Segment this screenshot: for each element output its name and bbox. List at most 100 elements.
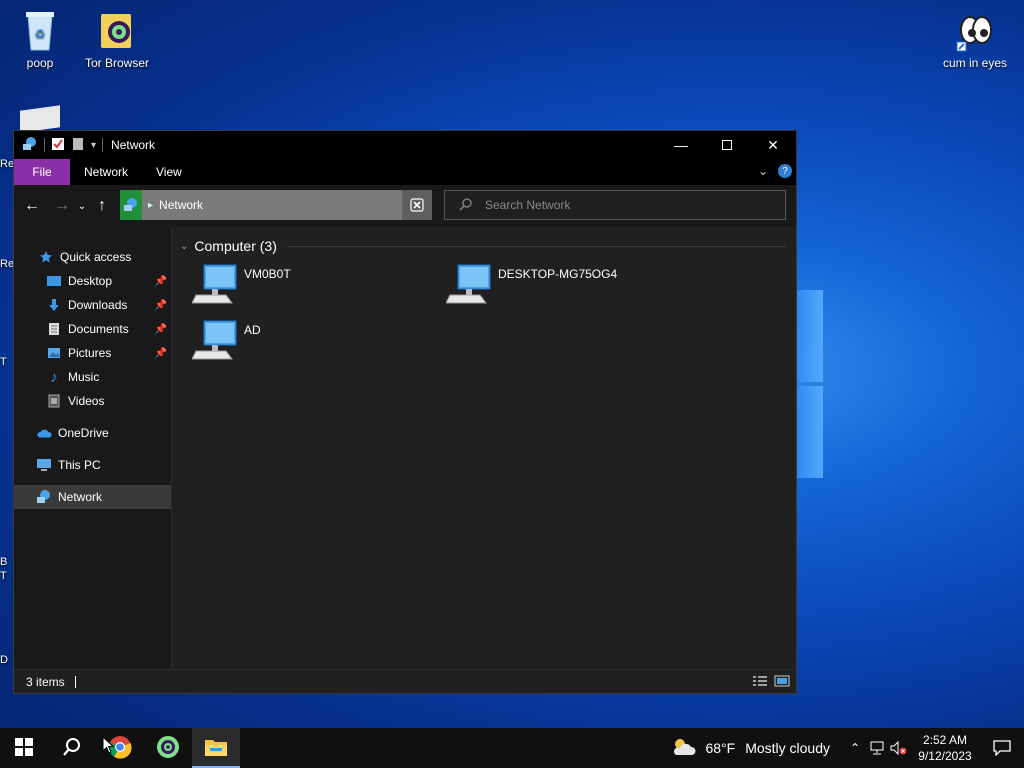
desktop-icon-tor-browser[interactable]: Tor Browser — [77, 8, 157, 70]
expand-ribbon-icon[interactable]: ⌄ — [758, 164, 768, 178]
desktop-icon-label: poop — [26, 56, 54, 70]
nav-item-videos[interactable]: Videos — [14, 389, 171, 413]
nav-item-onedrive[interactable]: OneDrive — [14, 421, 171, 445]
search-input[interactable]: Search Network — [444, 190, 786, 220]
nav-item-music[interactable]: ♪ Music — [14, 365, 171, 389]
explorer-window: ▾ Network — ✕ File Network View ⌄ ? ← → … — [13, 130, 797, 694]
volume-muted-icon[interactable] — [888, 728, 910, 768]
group-header[interactable]: ⌄ Computer (3) — [180, 235, 796, 257]
weather-temp: 68°F — [705, 740, 736, 756]
pin-icon[interactable]: 📌 — [155, 348, 167, 359]
up-arrow-icon[interactable]: ↑ — [90, 197, 114, 215]
mouse-cursor-icon — [102, 735, 115, 757]
properties-icon[interactable] — [51, 137, 65, 154]
address-text: Network — [159, 198, 204, 212]
nav-item-pictures[interactable]: Pictures 📌 — [14, 341, 171, 365]
nav-item-documents[interactable]: Documents 📌 — [14, 317, 171, 341]
taskbar-tor-browser[interactable] — [144, 728, 192, 768]
forward-arrow-icon[interactable]: → — [50, 197, 74, 215]
desktop-icon-partial[interactable] — [0, 105, 80, 133]
weather-desc: Mostly cloudy — [745, 740, 830, 756]
list-item-computer[interactable]: VM0B0T — [191, 263, 291, 310]
tab-view[interactable]: View — [142, 159, 196, 185]
monitor-icon — [36, 457, 52, 473]
nav-item-quick-access[interactable]: Quick access — [14, 245, 171, 269]
taskbar-file-explorer[interactable] — [192, 728, 240, 768]
close-button[interactable]: ✕ — [750, 131, 796, 159]
search-placeholder: Search Network — [485, 198, 571, 212]
minimize-button[interactable]: — — [658, 131, 704, 159]
pin-icon[interactable]: 📌 — [155, 276, 167, 287]
tab-file[interactable]: File — [14, 159, 70, 185]
maximize-button[interactable] — [704, 131, 750, 159]
nav-item-label: This PC — [58, 458, 101, 472]
desktop-edge-label: D — [0, 654, 8, 666]
status-separator — [74, 675, 76, 688]
nav-item-label: Documents — [68, 322, 129, 336]
clear-address-icon[interactable] — [402, 190, 432, 220]
tab-network[interactable]: Network — [70, 159, 142, 185]
computer-icon — [445, 263, 492, 310]
desktop-edge-label: B — [0, 556, 8, 568]
quick-access-toolbar: ▾ — [14, 136, 104, 155]
separator — [102, 138, 104, 152]
computer-icon — [191, 263, 238, 310]
recent-locations-chevron-icon[interactable]: ⌄ — [74, 201, 90, 212]
nav-item-network[interactable]: Network — [14, 485, 171, 509]
svg-text:♻: ♻ — [35, 27, 46, 41]
nav-item-label: Downloads — [68, 298, 128, 312]
windows-logo-icon — [15, 737, 33, 759]
desktop-icon-cum-in-eyes[interactable]: cum in eyes — [935, 8, 1015, 70]
clock-date: 9/12/2023 — [918, 749, 972, 763]
group-label: Computer (3) — [194, 238, 277, 254]
film-icon — [46, 393, 62, 409]
large-icons-view-icon[interactable] — [774, 675, 790, 690]
nav-item-desktop[interactable]: Desktop 📌 — [14, 269, 171, 293]
folder-icon — [204, 737, 228, 760]
network-icon — [22, 136, 38, 155]
list-item-computer[interactable]: AD — [191, 319, 261, 366]
network-status-icon[interactable] — [866, 728, 888, 768]
list-item-computer[interactable]: DESKTOP-MG75OG4 — [445, 263, 618, 310]
show-hidden-icons-chevron-icon[interactable]: ⌃ — [844, 728, 866, 768]
navigation-bar: ← → ⌄ ↑ ▸ Network Search Network — [14, 185, 796, 227]
search-button[interactable] — [48, 728, 96, 768]
nav-item-label: Pictures — [68, 346, 112, 360]
nav-item-label: Desktop — [68, 274, 113, 288]
status-bar: 3 items — [14, 669, 796, 693]
desktop-edge-label: Re — [0, 258, 15, 270]
desktop-icon-recycle-bin[interactable]: ♻ poop — [0, 8, 80, 70]
pictures-icon — [46, 345, 62, 361]
search-icon — [459, 197, 473, 214]
customize-toolbar-icon[interactable]: ▾ — [91, 140, 96, 151]
details-view-icon[interactable] — [752, 675, 768, 690]
wallpaper-logo — [797, 290, 823, 480]
address-bar[interactable]: ▸ Network — [120, 190, 432, 220]
pin-icon[interactable]: 📌 — [155, 324, 167, 335]
back-arrow-icon[interactable]: ← — [20, 197, 44, 215]
pin-icon[interactable]: 📌 — [155, 300, 167, 311]
system-clock[interactable]: 2:52 AM 9/12/2023 — [910, 732, 980, 764]
nav-item-this-pc[interactable]: This PC — [14, 453, 171, 477]
computer-name: DESKTOP-MG75OG4 — [498, 267, 618, 281]
new-folder-icon[interactable] — [71, 137, 85, 154]
clock-time: 2:52 AM — [922, 733, 968, 747]
ribbon-tabs: File Network View ⌄ ? — [14, 159, 796, 185]
file-icon — [20, 105, 60, 133]
network-icon — [120, 190, 142, 220]
breadcrumb-chevron-icon[interactable]: ▸ — [148, 200, 153, 211]
notifications-icon[interactable] — [980, 728, 1024, 768]
start-button[interactable] — [0, 728, 48, 768]
file-list-pane[interactable]: ⌄ Computer (3) VM0B0T DESKTOP-MG75OG4 AD — [172, 227, 796, 669]
tor-browser-icon — [156, 735, 180, 762]
collapse-chevron-icon[interactable]: ⌄ — [180, 241, 188, 252]
nav-item-label: Network — [58, 490, 103, 504]
help-icon[interactable]: ? — [778, 164, 792, 178]
nav-item-label: Quick access — [60, 250, 132, 264]
weather-widget[interactable]: 68°F Mostly cloudy — [671, 737, 830, 760]
desktop-edge-label: T — [0, 356, 7, 368]
computer-icon — [191, 319, 238, 366]
nav-item-downloads[interactable]: Downloads 📌 — [14, 293, 171, 317]
nav-item-label: Videos — [68, 394, 105, 408]
title-bar[interactable]: ▾ Network — ✕ — [14, 131, 796, 159]
